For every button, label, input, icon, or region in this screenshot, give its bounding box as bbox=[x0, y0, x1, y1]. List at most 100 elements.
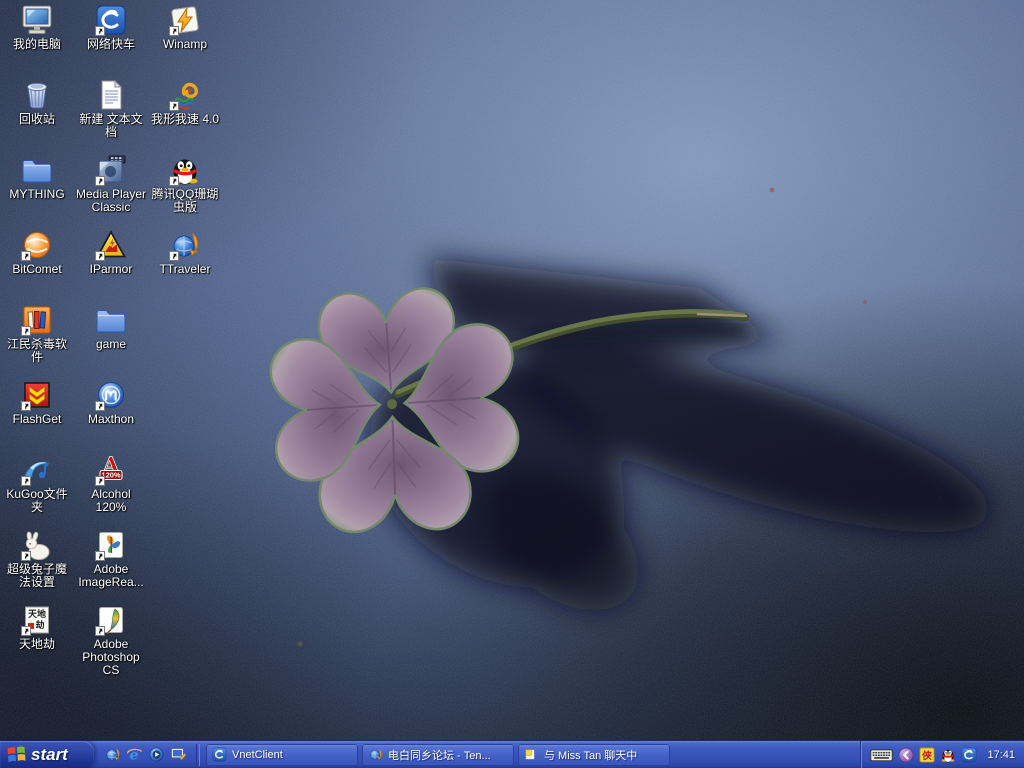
desktop-icon-iparmor[interactable]: IParmor bbox=[75, 229, 147, 276]
recycle-bin-icon bbox=[21, 79, 53, 111]
desktop-icon-adobe-imageready[interactable]: AdobeImageRea... bbox=[75, 529, 147, 589]
tray-icon-hide-icons-chevron[interactable] bbox=[898, 747, 914, 763]
svg-text:侠: 侠 bbox=[923, 749, 933, 762]
desktop-icon-super-rabbit-magic[interactable]: 超级兔子魔法设置 bbox=[1, 529, 73, 589]
desktop-icon-jiangmin-antivirus[interactable]: 江民杀毒软件 bbox=[1, 304, 73, 364]
qq-icon bbox=[169, 154, 201, 186]
ttraveler-icon bbox=[169, 229, 201, 261]
photoshop-icon bbox=[95, 604, 127, 636]
desktop-icon-label: 新建 文本文档 bbox=[75, 113, 147, 139]
ttraveler-icon bbox=[368, 747, 383, 762]
desktop-icon-label: FlashGet bbox=[1, 413, 73, 426]
start-button[interactable]: start bbox=[0, 741, 94, 768]
desktop-icon-label: Winamp bbox=[149, 38, 221, 51]
desktop-icon-tiandijie[interactable]: 天地劫天地劫 bbox=[1, 604, 73, 651]
quick-launch-ttraveler[interactable] bbox=[103, 746, 121, 764]
desktop-icon-label: Maxthon bbox=[75, 413, 147, 426]
desktop-icon-label: 超级兔子魔法设置 bbox=[1, 563, 73, 589]
imageready-icon bbox=[95, 529, 127, 561]
desktop-icon-maxthon[interactable]: Maxthon bbox=[75, 379, 147, 426]
taskbar-button-label: 与 Miss Tan 聊天中 bbox=[544, 747, 637, 763]
tray-icon-input-method-keyboard[interactable] bbox=[870, 747, 893, 762]
rabbit-icon bbox=[21, 529, 53, 561]
shortcut-arrow-icon bbox=[21, 401, 31, 411]
taskbar-button-qq-chat-window[interactable]: 与 Miss Tan 聊天中 bbox=[518, 744, 670, 766]
desktop-icon-vnet-flashlink[interactable]: 网络快车 bbox=[75, 4, 147, 51]
desktop-icon-label: 天地劫 bbox=[1, 638, 73, 651]
folder-icon bbox=[21, 154, 53, 186]
desktop-icon-mything-folder[interactable]: MYTHING bbox=[1, 154, 73, 201]
quick-launch-media-player-classic[interactable] bbox=[147, 746, 165, 764]
taskbar-button-label: VnetClient bbox=[232, 749, 283, 761]
desktop-icon-label: 腾讯QQ珊瑚虫版 bbox=[149, 188, 221, 214]
desktop-icon-flashget[interactable]: FlashGet bbox=[1, 379, 73, 426]
desktop-icon-bitcomet[interactable]: BitComet bbox=[1, 229, 73, 276]
shortcut-arrow-icon bbox=[21, 326, 31, 336]
taskbar-button-label: 电白同乡论坛 - Ten... bbox=[388, 747, 491, 763]
taskbar-divider bbox=[196, 744, 200, 766]
telecom-icon bbox=[212, 747, 227, 762]
maxthon-icon bbox=[95, 379, 127, 411]
tray-icons: 侠 bbox=[870, 747, 977, 763]
tray-clock: 17:41 bbox=[987, 749, 1015, 761]
shortcut-arrow-icon bbox=[169, 176, 179, 186]
shortcut-arrow-icon bbox=[95, 26, 105, 36]
bitcomet-icon bbox=[21, 229, 53, 261]
desktop-icon-winamp[interactable]: Winamp bbox=[149, 4, 221, 51]
jiangmin-icon bbox=[21, 304, 53, 336]
kugoo-icon bbox=[21, 454, 53, 486]
folder-icon bbox=[95, 304, 127, 336]
shortcut-arrow-icon bbox=[21, 626, 31, 636]
desktop-icon-label: 网络快车 bbox=[75, 38, 147, 51]
desktop-icon-my-computer[interactable]: 我的电脑 bbox=[1, 4, 73, 51]
taskbar-buttons: VnetClient 电白同乡论坛 - Ten... 与 Miss Tan 聊天中 bbox=[202, 744, 670, 766]
desktop-icon-label: game bbox=[75, 338, 147, 351]
winamp-icon bbox=[169, 4, 201, 36]
my-computer-icon bbox=[21, 4, 53, 36]
desktop-icon-tencent-qq-coral[interactable]: 腾讯QQ珊瑚虫版 bbox=[149, 154, 221, 214]
tray-icon-qq-tray[interactable] bbox=[940, 747, 956, 763]
desktop-icon-label: Alcohol 120% bbox=[75, 488, 147, 514]
taskbar-button-dianbai-forum-window[interactable]: 电白同乡论坛 - Ten... bbox=[362, 744, 514, 766]
desktop-icon-label: AdobeImageRea... bbox=[75, 563, 147, 589]
desktop-icon-recycle-bin[interactable]: 回收站 bbox=[1, 79, 73, 126]
desktop-icon-media-player-classic[interactable]: Media PlayerClassic bbox=[75, 154, 147, 214]
desktop-icon-woxing-wosu-4[interactable]: 我形我速 4.0 bbox=[149, 79, 221, 126]
desktop-icon-label: KuGoo文件夹 bbox=[1, 488, 73, 514]
desktop-icon-ttraveler[interactable]: TTraveler bbox=[149, 229, 221, 276]
taskbar-button-vnetclient-window[interactable]: VnetClient bbox=[206, 744, 358, 766]
desktop-icon-label: TTraveler bbox=[149, 263, 221, 276]
svg-text:天地: 天地 bbox=[28, 608, 46, 620]
desktop-icon-label: 我的电脑 bbox=[1, 38, 73, 51]
desktop-icon-new-text-document[interactable]: 新建 文本文档 bbox=[75, 79, 147, 139]
tray-icon-xia-tray[interactable]: 侠 bbox=[919, 747, 935, 763]
tray-icon-vnet-telecom-tray[interactable] bbox=[961, 747, 977, 763]
quick-launch-show-desktop[interactable] bbox=[169, 746, 187, 764]
start-button-label: start bbox=[31, 745, 68, 765]
desktop-icon-label: IParmor bbox=[75, 263, 147, 276]
qq-chat-icon bbox=[524, 747, 539, 762]
desktop-icon-label: BitComet bbox=[1, 263, 73, 276]
shortcut-arrow-icon bbox=[169, 26, 179, 36]
desktop-icon-game-folder[interactable]: game bbox=[75, 304, 147, 351]
desktop-icon-kugoo-folder[interactable]: KuGoo文件夹 bbox=[1, 454, 73, 514]
shortcut-arrow-icon bbox=[95, 401, 105, 411]
system-tray: 侠 17:41 bbox=[861, 741, 1024, 768]
quick-launch-internet-explorer[interactable]: e bbox=[125, 746, 143, 764]
desktop-icon-adobe-photoshop-cs[interactable]: AdobePhotoshop CS bbox=[75, 604, 147, 677]
telecom-icon bbox=[95, 4, 127, 36]
shortcut-arrow-icon bbox=[169, 251, 179, 261]
desktop-icon-label: AdobePhotoshop CS bbox=[75, 638, 147, 677]
desktop-icon-label: Media PlayerClassic bbox=[75, 188, 147, 214]
shortcut-arrow-icon bbox=[21, 251, 31, 261]
desktop-icon-label: 江民杀毒软件 bbox=[1, 338, 73, 364]
shortcut-arrow-icon bbox=[95, 551, 105, 561]
flashget-icon bbox=[21, 379, 53, 411]
mpc-icon bbox=[95, 154, 127, 186]
tiandijie-icon: 天地劫 bbox=[21, 604, 53, 636]
shortcut-arrow-icon bbox=[21, 476, 31, 486]
desktop-icon-alcohol-120[interactable]: A120%Alcohol 120% bbox=[75, 454, 147, 514]
woxing-icon bbox=[169, 79, 201, 111]
iparmor-icon bbox=[95, 229, 127, 261]
desktop-icon-label: 回收站 bbox=[1, 113, 73, 126]
